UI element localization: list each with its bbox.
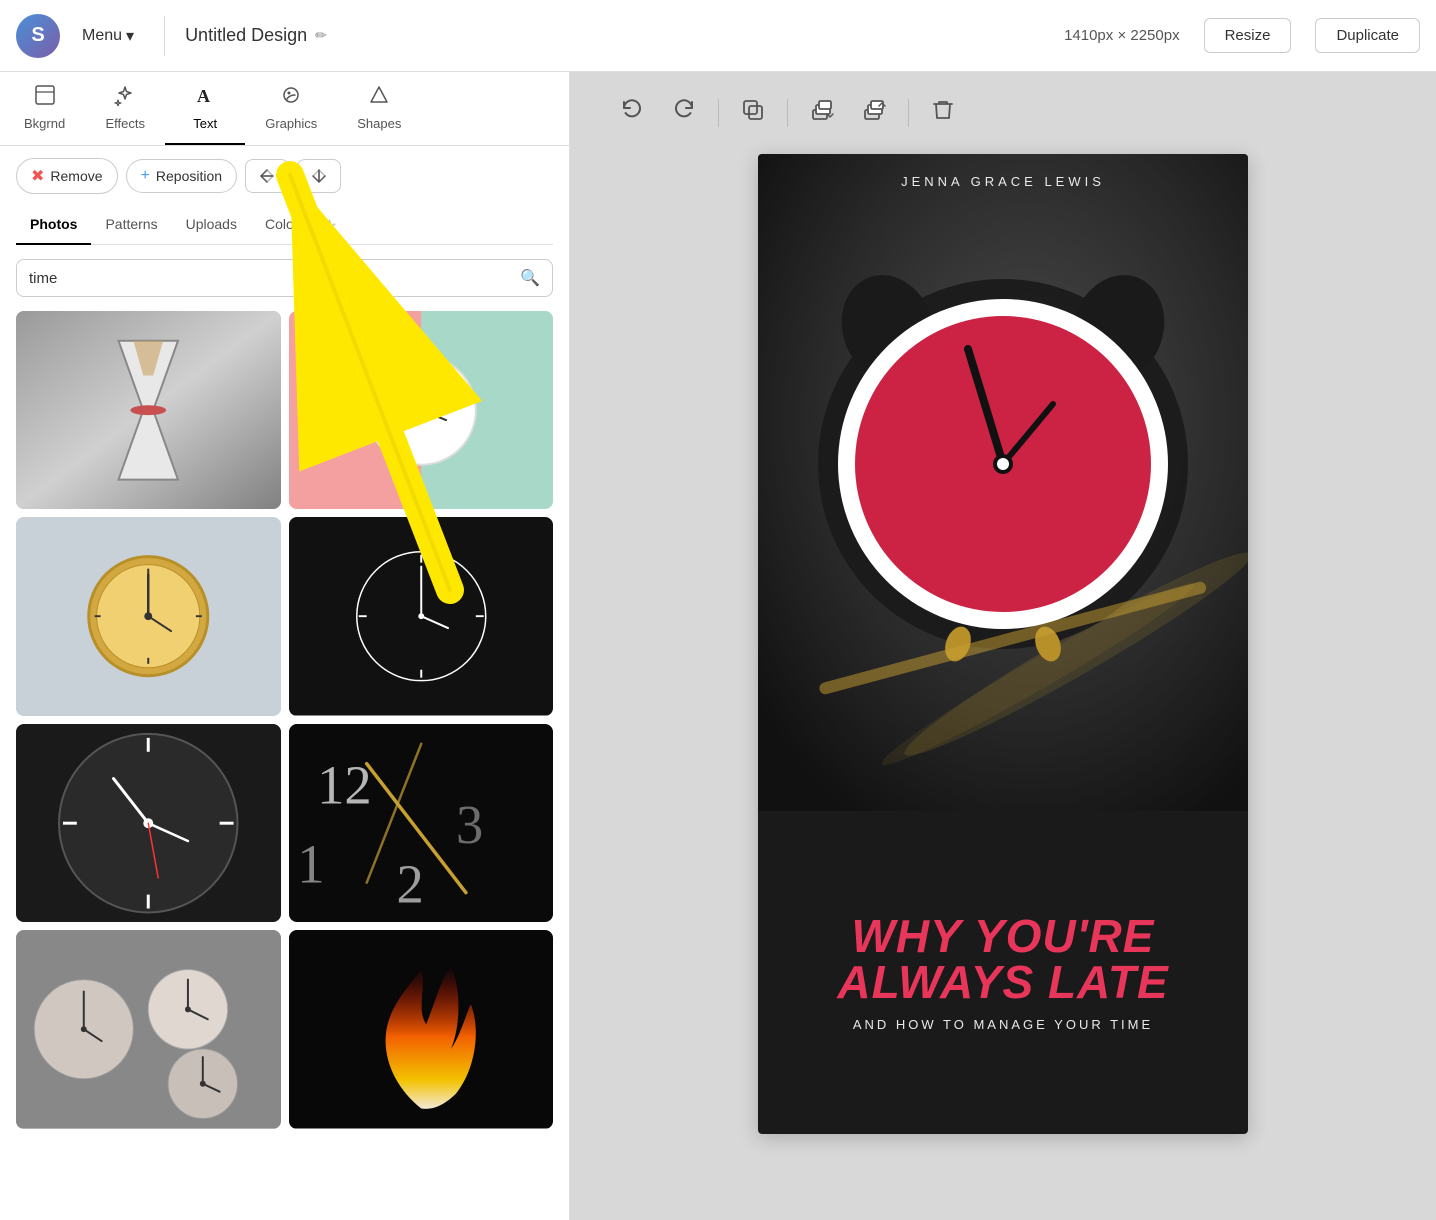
title-area: Untitled Design ✏	[185, 25, 1052, 46]
toolbar-tabs: Bkgrnd Effects A Text Graphics	[0, 72, 569, 146]
sub-tabs: Photos Patterns Uploads Color ☆	[16, 208, 553, 245]
book-title: WHY YOU'RE ALWAYS LATE	[837, 913, 1168, 1005]
photo-multiple-clocks[interactable]	[16, 930, 281, 1128]
search-bar: 🔍	[16, 259, 553, 297]
sub-tab-patterns[interactable]: Patterns	[91, 208, 171, 245]
canvas-area: JENNA GRACE LEWIS WHY YOU'RE ALWAYS LATE…	[570, 72, 1436, 1220]
delete-button[interactable]	[921, 92, 965, 134]
svg-text:A: A	[197, 86, 210, 106]
remove-button[interactable]: ✖ Remove	[16, 158, 118, 194]
toolbar-separator-2	[787, 99, 788, 127]
edit-title-icon[interactable]: ✏	[315, 27, 327, 44]
photo-clock-numbers[interactable]: 12 1 2 3	[289, 724, 554, 922]
design-canvas: JENNA GRACE LEWIS WHY YOU'RE ALWAYS LATE…	[758, 154, 1248, 1134]
text-icon: A	[194, 84, 216, 112]
photo-fire[interactable]	[289, 930, 554, 1128]
book-subtitle: AND HOW TO MANAGE YOUR TIME	[853, 1017, 1153, 1032]
canvas-dimensions: 1410px × 2250px	[1064, 27, 1180, 44]
user-avatar[interactable]: S	[16, 14, 60, 58]
toolbar-separator-3	[908, 99, 909, 127]
resize-button[interactable]: Resize	[1204, 18, 1292, 53]
canvas-toolbar	[590, 92, 1416, 134]
author-name: JENNA GRACE LEWIS	[758, 174, 1248, 189]
search-icon[interactable]: 🔍	[520, 268, 540, 288]
graphics-icon	[280, 84, 302, 112]
sub-tab-color[interactable]: Color	[251, 208, 312, 245]
copy-button[interactable]	[731, 92, 775, 134]
layer-down-button[interactable]	[800, 92, 844, 134]
tab-bkgrnd[interactable]: Bkgrnd	[4, 72, 85, 145]
tab-shapes[interactable]: Shapes	[337, 72, 421, 145]
photo-wall-clock[interactable]	[16, 724, 281, 922]
svg-text:3: 3	[455, 794, 482, 855]
header-divider	[164, 16, 165, 56]
sidebar-content: ✖ Remove + Reposition Photos Patterns U	[0, 146, 569, 1220]
tab-text-label: Text	[193, 116, 217, 131]
tab-bkgrnd-label: Bkgrnd	[24, 116, 65, 131]
tab-graphics[interactable]: Graphics	[245, 72, 337, 145]
svg-text:12: 12	[317, 754, 372, 815]
sub-tab-favorites[interactable]: ☆	[312, 208, 346, 244]
photo-clock-gold[interactable]	[16, 517, 281, 715]
tab-shapes-label: Shapes	[357, 116, 401, 131]
app-header: S Menu ▾ Untitled Design ✏ 1410px × 2250…	[0, 0, 1436, 72]
sub-tab-uploads[interactable]: Uploads	[172, 208, 251, 245]
canvas-bottom-section: WHY YOU'RE ALWAYS LATE AND HOW TO MANAGE…	[758, 811, 1248, 1134]
photo-hourglass[interactable]	[16, 311, 281, 509]
svg-text:1: 1	[297, 833, 324, 894]
shapes-icon	[368, 84, 390, 112]
menu-button[interactable]: Menu ▾	[72, 20, 144, 52]
search-input[interactable]	[29, 270, 512, 287]
photo-grid: 12 1 2 3	[16, 311, 553, 1129]
flip-vertical-button[interactable]	[245, 159, 289, 193]
reposition-plus-icon: +	[141, 167, 150, 185]
tab-graphics-label: Graphics	[265, 116, 317, 131]
tab-text[interactable]: A Text	[165, 72, 245, 145]
bkgrnd-icon	[34, 84, 56, 112]
document-title: Untitled Design	[185, 25, 307, 46]
undo-button[interactable]	[610, 92, 654, 134]
tab-effects-label: Effects	[105, 116, 145, 131]
flip-horizontal-button[interactable]	[297, 159, 341, 193]
canvas-top-section: JENNA GRACE LEWIS	[758, 154, 1248, 811]
redo-button[interactable]	[662, 92, 706, 134]
main-layout: Bkgrnd Effects A Text Graphics	[0, 72, 1436, 1220]
sidebar: Bkgrnd Effects A Text Graphics	[0, 72, 570, 1220]
reposition-button[interactable]: + Reposition	[126, 159, 238, 193]
remove-icon: ✖	[31, 166, 44, 186]
toolbar-separator-1	[718, 99, 719, 127]
photo-clock-dark[interactable]	[289, 517, 554, 715]
tab-effects[interactable]: Effects	[85, 72, 165, 145]
svg-text:2: 2	[396, 853, 423, 914]
duplicate-button[interactable]: Duplicate	[1315, 18, 1420, 53]
sub-tab-photos[interactable]: Photos	[16, 208, 91, 245]
layer-up-button[interactable]	[852, 92, 896, 134]
action-row: ✖ Remove + Reposition	[16, 158, 553, 194]
effects-icon	[114, 84, 136, 112]
photo-clock-pink[interactable]	[289, 311, 554, 509]
